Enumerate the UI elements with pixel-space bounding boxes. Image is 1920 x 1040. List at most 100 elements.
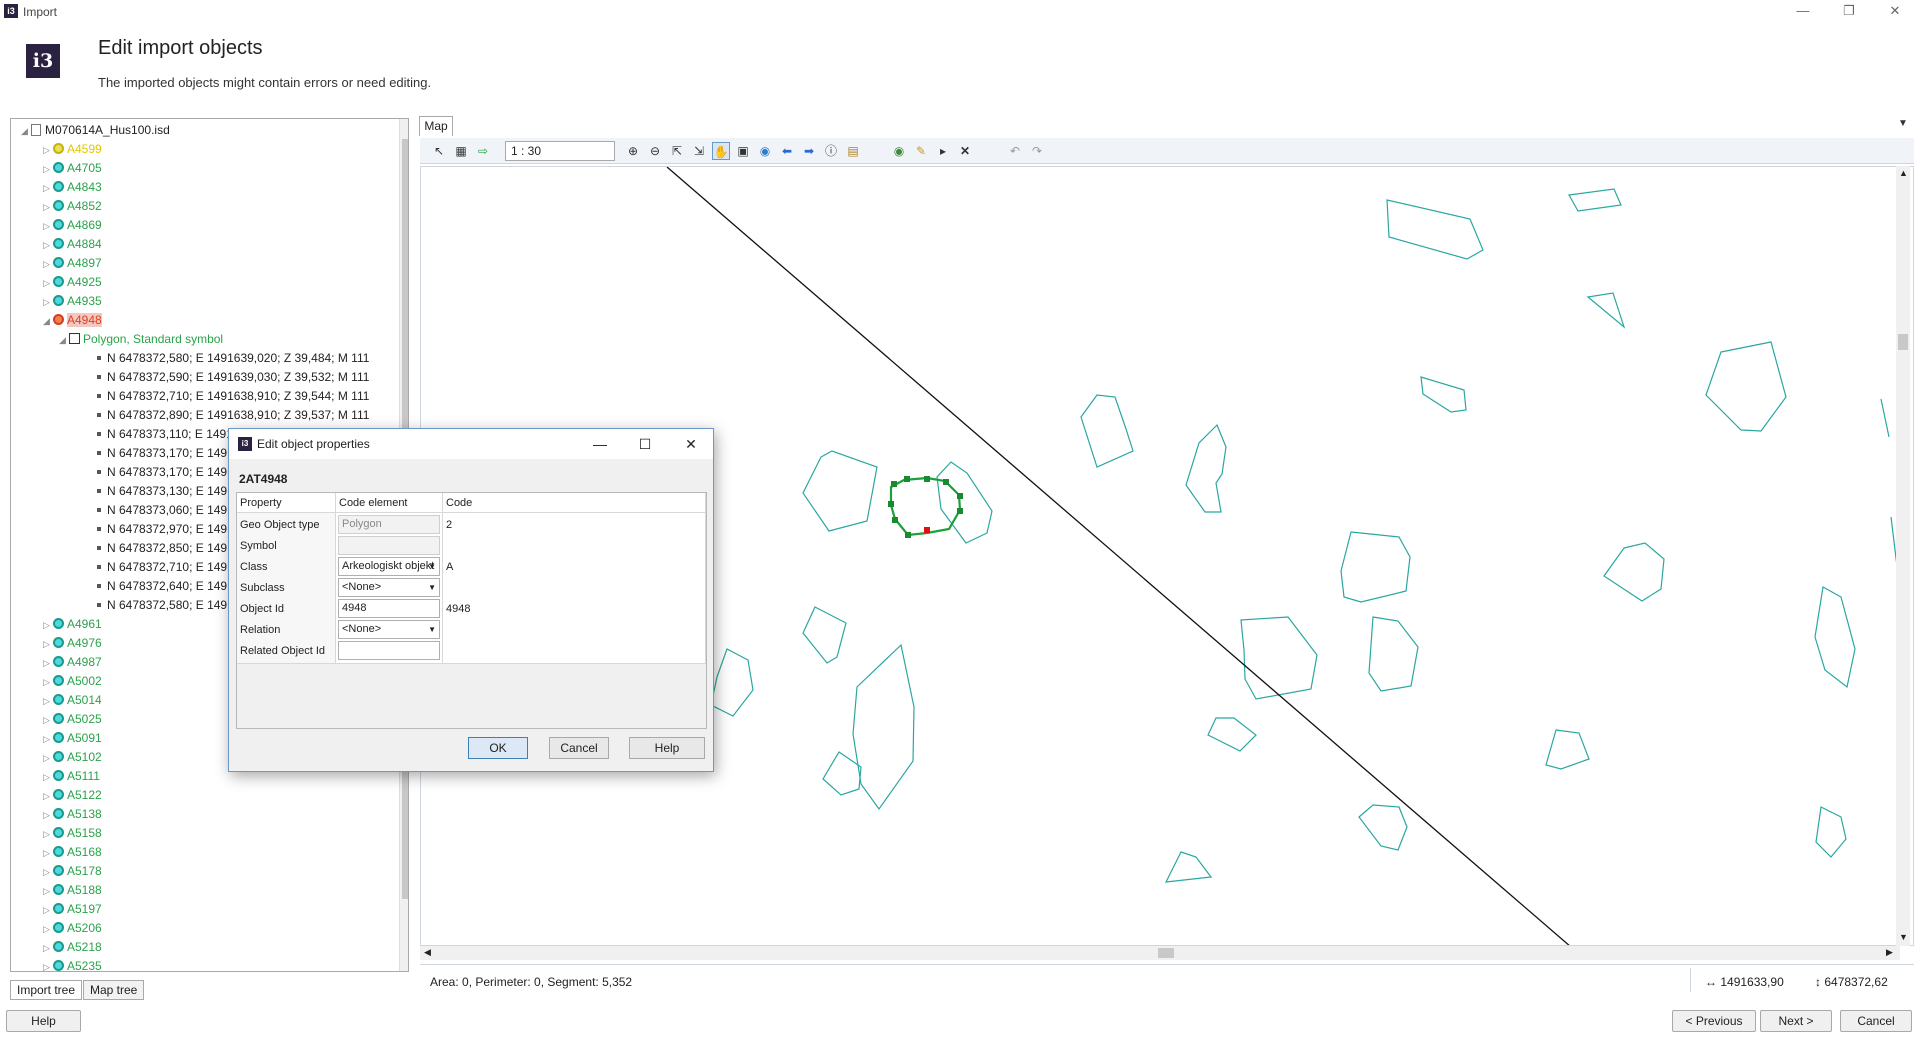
tree-point[interactable]: N 6478372,710; E 1491: [97, 558, 234, 576]
expand-icon[interactable]: ▷: [43, 787, 53, 805]
tree-point[interactable]: N 6478373,170; E 1491: [97, 444, 234, 462]
expand-icon[interactable]: ▷: [43, 939, 53, 957]
expand-icon[interactable]: ▷: [43, 825, 53, 843]
tree-item[interactable]: ▷ A4705: [43, 159, 102, 177]
measure-icon[interactable]: ▤: [844, 142, 862, 160]
code-element-dropdown[interactable]: <None> ▼: [338, 620, 440, 639]
tree-point[interactable]: N 6478372,890; E 1491638,910; Z 39,537; …: [97, 406, 369, 424]
expand-icon[interactable]: ▷: [43, 616, 53, 634]
zoom-to-selection-icon[interactable]: ⇨: [474, 142, 492, 160]
dropdown-arrow-icon[interactable]: ▼: [428, 579, 436, 596]
tree-point[interactable]: N 6478372,580; E 1491639,020; Z 39,484; …: [97, 349, 369, 367]
code-element-dropdown[interactable]: Arkeologiskt objekt ▼: [338, 557, 440, 576]
tree-item[interactable]: ▷ A5197: [43, 900, 102, 918]
tree-item[interactable]: ▷ A4884: [43, 235, 102, 253]
tab-map[interactable]: Map: [419, 116, 453, 136]
tree-item[interactable]: ▷ A4925: [43, 273, 102, 291]
tree-item[interactable]: ▷ A4961: [43, 615, 102, 633]
tab-map-tree[interactable]: Map tree: [83, 980, 145, 1000]
tree-item[interactable]: ▷ A5014: [43, 691, 102, 709]
tree-item[interactable]: ▷ A5102: [43, 748, 102, 766]
tree-item[interactable]: ▷ A4935: [43, 292, 102, 310]
forward-arrow-icon[interactable]: ➡: [800, 142, 818, 160]
collapse-icon[interactable]: ◢: [43, 312, 53, 330]
tree-item[interactable]: ▷ A4869: [43, 216, 102, 234]
tree-point[interactable]: N 6478372,850; E 1491: [97, 539, 234, 557]
expand-icon[interactable]: ▷: [43, 901, 53, 919]
tree-point[interactable]: N 6478372,710; E 1491638,910; Z 39,544; …: [97, 387, 369, 405]
expand-icon[interactable]: ▷: [43, 293, 53, 311]
expand-icon[interactable]: ▷: [43, 635, 53, 653]
edit-layer-icon[interactable]: ✎: [912, 142, 930, 160]
cancel-button[interactable]: Cancel: [1840, 1010, 1912, 1032]
zoom-extent-icon[interactable]: ⇱: [668, 142, 686, 160]
undo-icon[interactable]: ↶: [1006, 142, 1024, 160]
expand-icon[interactable]: ▷: [43, 920, 53, 938]
tree-item[interactable]: ▷ A4976: [43, 634, 102, 652]
expand-icon[interactable]: ▷: [43, 692, 53, 710]
expand-icon[interactable]: ▷: [43, 749, 53, 767]
tree-point[interactable]: N 6478373,060; E 1491: [97, 501, 234, 519]
tree-item[interactable]: ▷ A5218: [43, 938, 102, 956]
next-button[interactable]: Next >: [1760, 1010, 1832, 1032]
tree-item-selected[interactable]: ◢ A4948: [43, 311, 102, 329]
zoom-out-icon[interactable]: ⊖: [646, 142, 664, 160]
code-element-field[interactable]: 4948: [338, 599, 440, 618]
expand-icon[interactable]: ▷: [43, 958, 53, 971]
tree-item[interactable]: ▷ A4843: [43, 178, 102, 196]
tree-item[interactable]: ▷ A5235: [43, 957, 102, 971]
info-icon[interactable]: ⓘ: [822, 142, 840, 160]
tree-item[interactable]: ▷ A5002: [43, 672, 102, 690]
expand-icon[interactable]: ▷: [43, 730, 53, 748]
expand-icon[interactable]: ▷: [43, 654, 53, 672]
back-arrow-icon[interactable]: ⬅: [778, 142, 796, 160]
tree-item[interactable]: ▷ A4897: [43, 254, 102, 272]
redo-icon[interactable]: ↷: [1028, 142, 1046, 160]
collapse-icon[interactable]: ◢: [59, 331, 69, 349]
dialog-ok-button[interactable]: OK: [468, 737, 528, 759]
tree-item[interactable]: ▷ A5138: [43, 805, 102, 823]
play-icon[interactable]: ▸: [934, 142, 952, 160]
expand-icon[interactable]: ▷: [43, 274, 53, 292]
expand-icon[interactable]: ▷: [43, 768, 53, 786]
tree-item[interactable]: ▷ A5025: [43, 710, 102, 728]
expand-icon[interactable]: ▷: [43, 160, 53, 178]
tree-item[interactable]: ▷ A5122: [43, 786, 102, 804]
dialog-help-button[interactable]: Help: [629, 737, 705, 759]
expand-icon[interactable]: ▷: [43, 806, 53, 824]
expand-icon[interactable]: ▷: [43, 882, 53, 900]
dialog-cancel-button[interactable]: Cancel: [549, 737, 609, 759]
tab-import-tree[interactable]: Import tree: [10, 980, 83, 1000]
expand-icon[interactable]: ▷: [43, 141, 53, 159]
zoom-full-icon[interactable]: ⇲: [690, 142, 708, 160]
code-element-dropdown[interactable]: <None> ▼: [338, 578, 440, 597]
delete-icon[interactable]: ✕: [956, 142, 974, 160]
expand-icon[interactable]: ▷: [43, 217, 53, 235]
dialog-maximize-icon[interactable]: ☐: [634, 433, 656, 455]
code-element-field[interactable]: [338, 641, 440, 660]
expand-icon[interactable]: ▷: [43, 236, 53, 254]
code-cell[interactable]: [443, 639, 706, 664]
layers-icon[interactable]: ◉: [890, 142, 908, 160]
tree-polygon[interactable]: ◢ Polygon, Standard symbol: [59, 330, 223, 348]
expand-icon[interactable]: ▷: [43, 255, 53, 273]
tree-item[interactable]: ▷ A4852: [43, 197, 102, 215]
tree-item[interactable]: ▷ A5111: [43, 767, 100, 785]
map-horizontal-scrollbar[interactable]: ◀ ▶: [420, 946, 1900, 960]
help-button[interactable]: Help: [6, 1010, 81, 1032]
zoom-window-icon[interactable]: ▣: [734, 142, 752, 160]
map-menu-icon[interactable]: ▼: [1898, 118, 1908, 129]
expand-icon[interactable]: ▷: [43, 179, 53, 197]
tree-point[interactable]: N 6478372,970; E 1491: [97, 520, 234, 538]
tree-point[interactable]: N 6478372,640; E 1491: [97, 577, 234, 595]
tree-point[interactable]: N 6478373,130; E 1491: [97, 482, 234, 500]
dialog-close-icon[interactable]: ✕: [680, 433, 702, 455]
expand-icon[interactable]: ▷: [43, 673, 53, 691]
select-box-icon[interactable]: ▦: [452, 142, 470, 160]
tree-root[interactable]: ◢ M070614A_Hus100.isd: [21, 121, 170, 139]
tree-point[interactable]: N 6478372,590; E 1491639,030; Z 39,532; …: [97, 368, 369, 386]
tree-item[interactable]: ▷ A5206: [43, 919, 102, 937]
select-pointer-icon[interactable]: ↖: [430, 142, 448, 160]
tree-item[interactable]: ▷ A5188: [43, 881, 102, 899]
close-icon[interactable]: ✕: [1872, 0, 1918, 22]
